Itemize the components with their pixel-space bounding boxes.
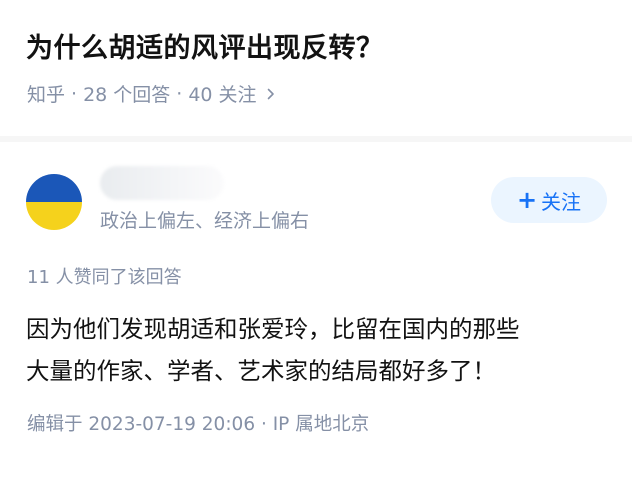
source-label: 知乎 [27,84,66,106]
answer-line: 大量的作家、学者、艺术家的结局都好多了！ [26,357,496,385]
follower-count: 40 关注 [188,84,257,106]
answer-count: 28 个回答 [83,84,171,106]
follow-button[interactable]: + 关注 [491,177,607,223]
answer-content[interactable]: 因为他们发现胡适和张爱玲，比留在国内的那些 大量的作家、学者、艺术家的结局都好多… [26,308,616,392]
author-bio: 政治上偏左、经济上偏右 [100,210,310,232]
chevron-right-icon [267,88,274,99]
meta-separator: · [71,82,78,105]
meta-separator: · [176,82,183,105]
question-meta[interactable]: 知乎 · 28 个回答 · 40 关注 [27,80,279,107]
plus-icon: + [516,186,538,214]
author-name-blurred[interactable] [100,166,224,200]
answer-card: 政治上偏左、经济上偏右 + 关注 11 人赞同了该回答 因为他们发现胡适和张爱玲… [0,142,632,481]
question-title[interactable]: 为什么胡适的风评出现反转？ [26,26,384,65]
question-header: 为什么胡适的风评出现反转？ 知乎 · 28 个回答 · 40 关注 [0,0,632,136]
avatar[interactable] [26,174,82,230]
avatar-flag-image [26,174,82,230]
vote-summary: 11 人赞同了该回答 [27,267,182,288]
answer-edit-time: 编辑于 2023-07-19 20:06 · IP 属地北京 [27,414,370,435]
follow-label: 关注 [541,189,582,214]
answer-line: 因为他们发现胡适和张爱玲，比留在国内的那些 [26,315,520,343]
